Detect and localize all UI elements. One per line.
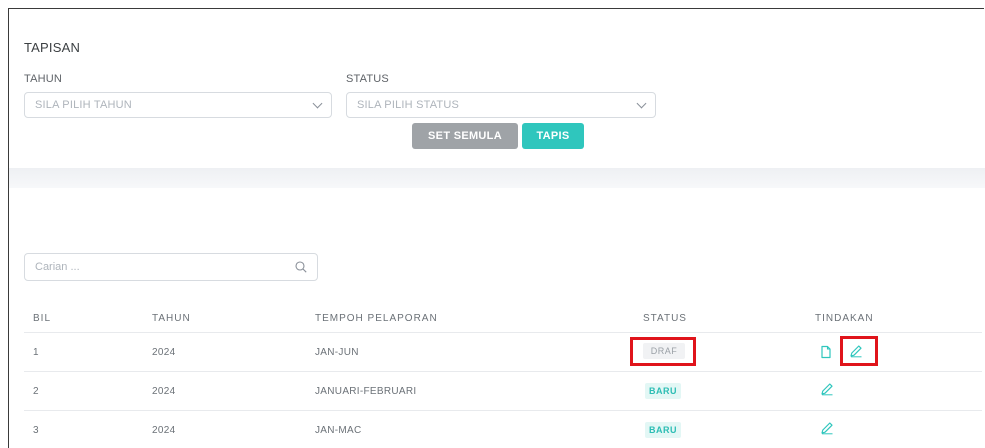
row1-tempoh: JAN-JUN: [315, 347, 359, 358]
row-divider: [24, 371, 982, 372]
year-select-placeholder: SILA PILIH TAHUN: [35, 99, 132, 111]
status-select[interactable]: SILA PILIH STATUS: [346, 92, 656, 118]
app-frame: [8, 8, 984, 448]
highlight-box-status: [630, 337, 696, 366]
row1-bil: 1: [33, 347, 39, 358]
status-label: STATUS: [346, 73, 389, 85]
row2-bil: 2: [33, 386, 39, 397]
row3-tempoh: JAN-MAC: [315, 425, 362, 436]
year-label: TAHUN: [24, 73, 63, 85]
search-icon[interactable]: [295, 261, 307, 273]
edit-icon[interactable]: [820, 421, 834, 435]
filter-button[interactable]: TAPIS: [522, 123, 584, 149]
row2-tahun: 2024: [152, 386, 176, 397]
row3-tahun: 2024: [152, 425, 176, 436]
highlight-box-action: [840, 336, 878, 366]
edit-icon[interactable]: [820, 382, 834, 396]
row3-bil: 3: [33, 425, 39, 436]
search-input[interactable]: Carian ...: [24, 253, 318, 281]
row-divider: [24, 332, 982, 333]
header-status: STATUS: [643, 313, 687, 324]
row2-tempoh: JANUARI-FEBRUARI: [315, 386, 417, 397]
year-select[interactable]: SILA PILIH TAHUN: [24, 92, 332, 118]
header-bil: BIL: [33, 313, 52, 324]
document-icon[interactable]: [819, 345, 833, 359]
reset-button[interactable]: SET SEMULA: [412, 123, 518, 149]
chevron-down-icon: [636, 98, 647, 109]
status-badge: BARU: [645, 383, 681, 399]
row1-tahun: 2024: [152, 347, 176, 358]
header-tempoh: TEMPOH PELAPORAN: [315, 313, 438, 324]
header-tahun: TAHUN: [152, 313, 191, 324]
section-divider: [9, 168, 985, 188]
header-tindakan: TINDAKAN: [815, 313, 874, 324]
filter-title: TAPISAN: [24, 40, 81, 55]
chevron-down-icon: [312, 98, 323, 109]
row-divider: [24, 410, 982, 411]
search-placeholder: Carian ...: [35, 261, 80, 273]
status-select-placeholder: SILA PILIH STATUS: [357, 99, 460, 111]
status-badge: BARU: [645, 422, 681, 438]
